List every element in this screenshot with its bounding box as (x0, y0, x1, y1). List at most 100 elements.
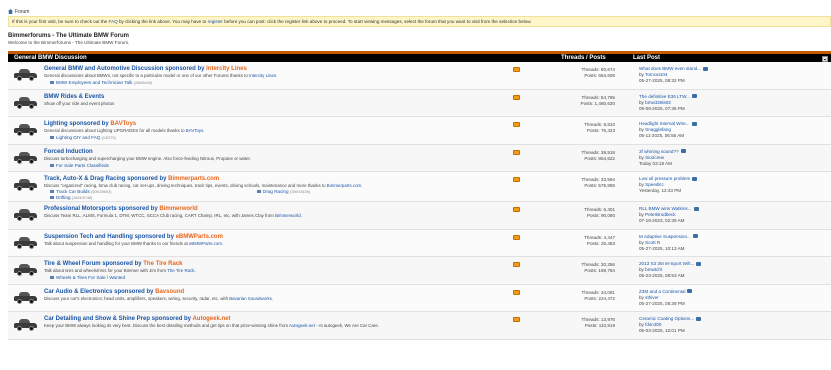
last-post-title[interactable]: Ceramic Coating Options... (639, 316, 694, 321)
go-to-post-icon[interactable] (696, 261, 702, 266)
last-post-author[interactable]: Tomcat104 (645, 72, 667, 77)
forum-status-icon[interactable] (14, 96, 37, 109)
subforum-name[interactable]: BMW Employees and Technician Talk (56, 80, 134, 85)
rss-feed-icon[interactable] (513, 207, 520, 212)
forum-title[interactable]: Track, Auto-X & Drag Racing sponsored by (44, 176, 168, 182)
rss-feed-icon[interactable] (513, 289, 520, 295)
forum-title-link[interactable]: Suspension Tech and Handling sponsored b… (44, 234, 223, 240)
forum-title-link[interactable]: Car Audio & Electronics sponsored by Bav… (44, 289, 184, 295)
last-post-author[interactable]: Snagglefang (645, 127, 671, 132)
sponsor-link[interactable]: BAVToys (110, 121, 136, 127)
last-post-title[interactable]: RLL BMW wins Watkins... (639, 206, 692, 211)
forum-status-icon[interactable] (14, 69, 37, 81)
sponsor-link[interactable]: Bimmerworld (159, 206, 197, 212)
description-link[interactable]: The Tire Rack. (167, 268, 196, 273)
last-post-title[interactable]: 2013 X3 35I M-Sport Wih... (639, 261, 694, 266)
subforum-link[interactable]: Drag Racing (789/18109) (257, 189, 310, 194)
rss-feed-icon[interactable] (513, 122, 520, 127)
last-post-author[interactable]: SpeedKc (645, 182, 664, 187)
forum-title[interactable]: Forced Induction (44, 149, 93, 155)
sponsor-link[interactable]: Bimmerparts.com (168, 176, 219, 182)
go-to-post-icon[interactable] (692, 234, 698, 239)
rss-feed-icon[interactable] (513, 234, 520, 240)
last-post-title[interactable]: M Adaptive Suspension... (639, 234, 691, 239)
last-post-author[interactable]: Sio2crew (645, 155, 664, 160)
go-to-post-icon[interactable] (703, 66, 709, 71)
forum-title[interactable]: Car Audio & Electronics sponsored by (44, 289, 155, 295)
section-title[interactable]: General BMW Discussion (14, 55, 87, 61)
forum-status-icon[interactable] (14, 264, 37, 276)
go-to-post-icon[interactable] (691, 94, 697, 99)
description-link[interactable]: Bavarian Soundworks. (229, 296, 273, 301)
sponsor-link[interactable]: The Tire Rack (143, 261, 182, 267)
register-link[interactable]: register (208, 19, 223, 24)
forum-title[interactable]: Tire & Wheel Forum sponsored by (44, 261, 143, 267)
subforum-name[interactable]: Drag Racing (263, 189, 290, 194)
rss-feed-icon[interactable] (513, 262, 520, 267)
sponsor-link[interactable]: Autogeek.net (192, 316, 230, 322)
description-link[interactable]: Intercity Lines. (249, 73, 277, 78)
forum-title-link[interactable]: General BMW and Automotive Discussion sp… (44, 66, 247, 72)
last-post-title[interactable]: Z3M and a Continental (639, 289, 685, 294)
forum-title[interactable]: Professional Motorsports sponsored by (44, 206, 159, 212)
go-to-post-icon[interactable] (691, 121, 697, 126)
forum-status-icon[interactable] (14, 291, 37, 304)
description-link[interactable]: Bimmerparts.com. (327, 183, 363, 188)
forum-title-link[interactable]: BMW Rides & Events (44, 94, 104, 100)
last-post-author[interactable]: Scott R (645, 240, 660, 245)
last-post-title[interactable]: Headlight Internal Wire... (639, 121, 690, 126)
subforum-link[interactable]: BMW Employees and Technician Talk (268/5… (50, 80, 152, 85)
rss-feed-icon[interactable] (513, 177, 520, 182)
forum-title[interactable]: General BMW and Automotive Discussion sp… (44, 66, 206, 72)
subforum-link[interactable]: Lighting DIY and FAQ (13/379) (50, 135, 116, 140)
rss-feed-icon[interactable] (513, 94, 520, 100)
description-link[interactable]: BAVToys. (186, 128, 205, 133)
breadcrumb[interactable]: Forum (8, 8, 29, 15)
description-link[interactable]: Bimmerworld. (275, 213, 302, 218)
last-post-title[interactable]: What does BMW even stand... (639, 66, 701, 71)
go-to-post-icon[interactable] (687, 289, 693, 294)
breadcrumb-label[interactable]: Forum (15, 9, 29, 15)
subforum-name[interactable]: Lighting DIY and FAQ (56, 135, 102, 140)
last-post-title[interactable]: 3f whining sound?? (639, 149, 679, 154)
forum-title-link[interactable]: Tire & Wheel Forum sponsored by The Tire… (44, 261, 183, 267)
home-icon[interactable] (8, 9, 13, 14)
forum-status-icon[interactable] (14, 236, 37, 249)
go-to-post-icon[interactable] (693, 206, 699, 211)
last-post-title[interactable]: The definitive E36 LTW... (639, 94, 690, 99)
forum-title[interactable]: Car Detailing and Show & Shine Prep spon… (44, 316, 192, 322)
sponsor-link[interactable]: Bavsound (155, 289, 184, 295)
forum-status-icon[interactable] (14, 179, 37, 191)
forum-title-link[interactable]: Track, Auto-X & Drag Racing sponsored by… (44, 176, 219, 182)
subforum-link[interactable]: Drifting (1824/6748) (50, 195, 92, 200)
go-to-post-icon[interactable] (680, 149, 686, 154)
subforum-name[interactable]: Drifting (56, 195, 72, 200)
forum-status-icon[interactable] (14, 319, 37, 331)
forum-title[interactable]: Suspension Tech and Handling sponsored b… (44, 234, 176, 240)
description-link[interactable]: eBMWParts.com. (189, 241, 223, 246)
rss-feed-icon[interactable] (513, 67, 520, 72)
subforum-name[interactable]: Wheels & Tires For Sale / Wanted (56, 275, 125, 280)
forum-title[interactable]: BMW Rides & Events (44, 94, 104, 100)
forum-status-icon[interactable] (14, 151, 37, 164)
forum-title-link[interactable]: Professional Motorsports sponsored by Bi… (44, 206, 198, 212)
forum-status-icon[interactable] (14, 124, 37, 136)
forum-status-icon[interactable] (14, 209, 37, 221)
subforum-link[interactable]: Wheels & Tires For Sale / Wanted (50, 275, 125, 280)
forum-title-link[interactable]: Lighting sponsored by BAVToys (44, 121, 136, 127)
last-post-title[interactable]: Low oil pressure problem (639, 176, 690, 181)
description-link[interactable]: Autogeek.net (289, 323, 315, 328)
last-post-author[interactable]: sthiver (645, 295, 659, 300)
subforum-name[interactable]: For Sale Parts Classifieds (56, 163, 109, 168)
last-post-author[interactable]: bmwtchl (645, 267, 662, 272)
subforum-link[interactable]: Track Car Builds (509/25693) (50, 189, 112, 194)
subforum-link[interactable]: For Sale Parts Classifieds (50, 163, 109, 168)
rss-feed-icon[interactable] (513, 149, 520, 155)
go-to-post-icon[interactable] (696, 316, 702, 321)
forum-title[interactable]: Lighting sponsored by (44, 121, 110, 127)
forum-title-link[interactable]: Forced Induction (44, 149, 93, 155)
last-post-author[interactable]: fdsn300 (645, 322, 661, 327)
last-post-author[interactable]: PeterBrodbeck (645, 212, 675, 217)
faq-link[interactable]: FAQ (109, 19, 118, 24)
last-post-author[interactable]: bmw328is92 (645, 100, 671, 105)
